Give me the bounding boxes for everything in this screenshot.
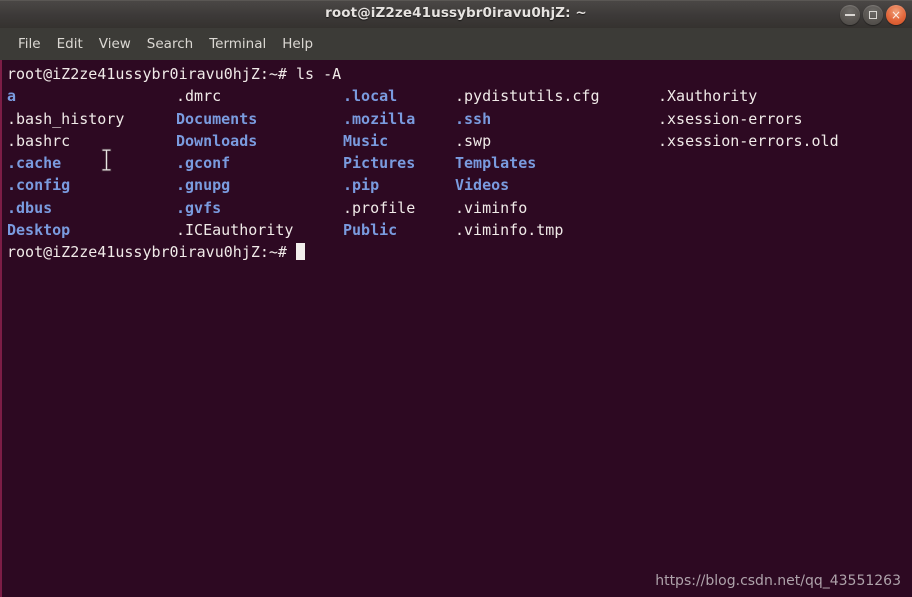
ls-entry[interactable]: .local (343, 85, 415, 107)
ls-entry[interactable]: .pydistutils.cfg (455, 85, 600, 107)
ls-entry[interactable]: Desktop (7, 219, 124, 241)
prompt-text: root@iZ2ze41ussybr0iravu0hjZ:~# (7, 243, 287, 262)
ls-entry[interactable]: .viminfo.tmp (455, 219, 600, 241)
watermark-text: https://blog.csdn.net/qq_43551263 (655, 573, 901, 589)
ls-entry[interactable]: .viminfo (455, 197, 600, 219)
ls-entry[interactable]: .config (7, 174, 124, 196)
ls-entry[interactable]: .bashrc (7, 130, 124, 152)
ls-column-1: a .bash_history .bashrc .cache .config .… (7, 85, 124, 241)
ls-column-5: .Xauthority .xsession-errors .xsession-e… (658, 85, 839, 152)
menubar: File Edit View Search Terminal Help (0, 28, 912, 60)
ls-entry[interactable]: .xsession-errors.old (658, 130, 839, 152)
menu-item-file[interactable]: File (10, 33, 49, 55)
ls-entry[interactable]: .dbus (7, 197, 124, 219)
ls-output-grid: a .bash_history .bashrc .cache .config .… (7, 85, 912, 241)
ls-entry[interactable]: Music (343, 130, 415, 152)
close-icon: × (890, 8, 902, 22)
ls-entry[interactable]: Videos (455, 174, 600, 196)
minimize-icon (845, 14, 855, 16)
ls-entry[interactable]: .ICEauthority (176, 219, 293, 241)
maximize-icon (869, 11, 877, 19)
ls-entry[interactable]: Pictures (343, 152, 415, 174)
ls-entry[interactable]: Public (343, 219, 415, 241)
menu-item-search[interactable]: Search (139, 33, 201, 55)
maximize-button[interactable] (863, 5, 883, 25)
text-cursor (296, 243, 305, 261)
ls-column-4: .pydistutils.cfg .ssh .swp Templates Vid… (455, 85, 600, 241)
ls-entry[interactable]: .xsession-errors (658, 108, 839, 130)
terminal-window: root@iZ2ze41ussybr0iravu0hjZ: ~ × File E… (0, 0, 912, 597)
window-titlebar[interactable]: root@iZ2ze41ussybr0iravu0hjZ: ~ × (0, 0, 912, 28)
ls-entry[interactable]: .profile (343, 197, 415, 219)
ls-column-2: .dmrc Documents Downloads .gconf .gnupg … (176, 85, 293, 241)
terminal-prompt-line: root@iZ2ze41ussybr0iravu0hjZ:~# (7, 241, 912, 263)
terminal-screen[interactable]: root@iZ2ze41ussybr0iravu0hjZ:~# ls -A a … (0, 60, 912, 597)
menu-item-view[interactable]: View (91, 33, 139, 55)
ls-entry[interactable]: .gnupg (176, 174, 293, 196)
ls-entry[interactable]: Documents (176, 108, 293, 130)
ls-entry[interactable]: .ssh (455, 108, 600, 130)
minimize-button[interactable] (840, 5, 860, 25)
ls-entry[interactable]: .bash_history (7, 108, 124, 130)
ls-entry[interactable]: .cache (7, 152, 124, 174)
ls-entry[interactable]: .gconf (176, 152, 293, 174)
ls-entry[interactable]: .mozilla (343, 108, 415, 130)
window-controls: × (840, 5, 906, 25)
ls-entry[interactable]: .swp (455, 130, 600, 152)
menu-item-terminal[interactable]: Terminal (201, 33, 274, 55)
ls-entry[interactable]: .gvfs (176, 197, 293, 219)
ls-entry[interactable]: a (7, 85, 124, 107)
ls-entry[interactable]: Templates (455, 152, 600, 174)
ls-entry[interactable]: .pip (343, 174, 415, 196)
close-button[interactable]: × (886, 5, 906, 25)
ls-entry[interactable]: .Xauthority (658, 85, 839, 107)
terminal-command-line: root@iZ2ze41ussybr0iravu0hjZ:~# ls -A (7, 65, 342, 83)
menu-item-help[interactable]: Help (274, 33, 321, 55)
ls-column-3: .local .mozilla Music Pictures .pip .pro… (343, 85, 415, 241)
window-title: root@iZ2ze41ussybr0iravu0hjZ: ~ (325, 5, 587, 21)
menu-item-edit[interactable]: Edit (49, 33, 91, 55)
ls-entry[interactable]: .dmrc (176, 85, 293, 107)
ls-entry[interactable]: Downloads (176, 130, 293, 152)
